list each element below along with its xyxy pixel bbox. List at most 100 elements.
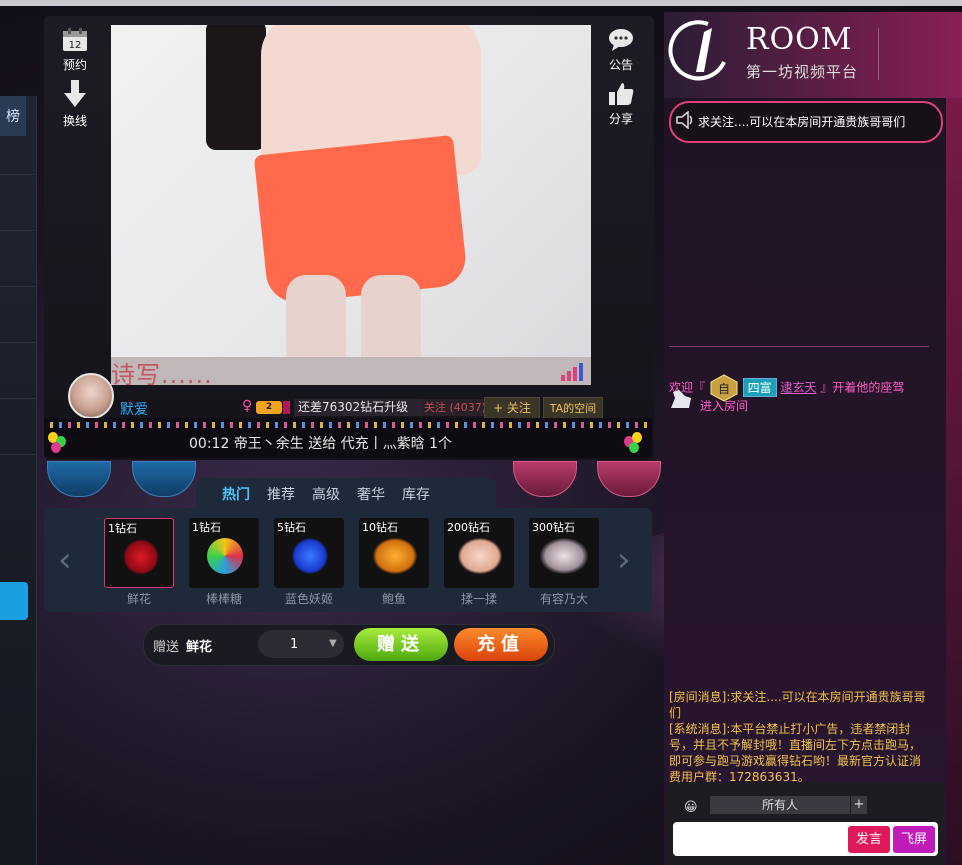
gift-price: 10钻石 — [362, 521, 398, 534]
share-label: 分享 — [608, 112, 633, 126]
lollipop-icon — [207, 538, 243, 574]
gift-price: 300钻石 — [532, 521, 575, 534]
side-toggle-button[interactable] — [0, 582, 28, 620]
fly-screen-button[interactable]: 飞屏 — [893, 826, 935, 853]
balloons-icon — [624, 432, 644, 454]
right-edge-deco — [946, 98, 962, 865]
video-content — [206, 25, 266, 150]
tab-advanced[interactable]: 高级 — [312, 484, 340, 504]
room-message: [房间消息]:求关注....可以在本房间开通贵族哥哥们 — [669, 690, 926, 720]
quantity-value: 1 — [290, 637, 299, 652]
send-label: 赠送 — [153, 640, 180, 655]
rich-level-badge: 四富 — [742, 377, 777, 397]
add-target-button[interactable]: + — [851, 796, 867, 814]
stage-light-deco — [47, 461, 111, 497]
selected-gift-name: 鲜花 — [186, 640, 213, 655]
signal-icon — [561, 363, 583, 381]
share-button[interactable]: 分享 — [596, 82, 646, 127]
level-badge: 2 — [256, 401, 282, 414]
video-content — [253, 134, 469, 306]
reserve-label: 预约 — [62, 58, 87, 72]
ranking-tab[interactable]: 榜 — [0, 96, 26, 136]
divider — [0, 174, 36, 175]
reserve-button[interactable]: 12 预约 — [50, 28, 100, 73]
upgrade-text: 还差76302钻石升级 — [294, 399, 422, 416]
divider — [0, 286, 36, 287]
chat-target-select[interactable]: 所有人 — [710, 796, 850, 814]
divider — [0, 398, 36, 399]
host-name[interactable]: 默爱 — [120, 399, 148, 419]
notice-button[interactable]: 公告 — [596, 28, 646, 73]
gift-price: 5钻石 — [277, 521, 306, 534]
gift-name: 蓝色妖姬 — [284, 592, 333, 606]
gift-name: 揉一揉 — [460, 592, 497, 606]
gift-item[interactable]: 200钻石 — [444, 518, 514, 588]
calendar-icon: 12 — [63, 28, 87, 51]
stage-light-deco — [597, 461, 661, 497]
welcome-suffix: 』开着他的座驾 — [820, 380, 905, 395]
chat-username[interactable]: 逮玄天 — [781, 381, 817, 395]
divider — [0, 342, 36, 343]
recharge-button[interactable]: 充值 — [454, 628, 548, 661]
follow-button[interactable]: + 关注 — [484, 397, 540, 420]
notice-label: 公告 — [608, 58, 633, 72]
switch-line-button[interactable]: 换线 — [50, 80, 100, 129]
system-messages: [房间消息]:求关注....可以在本房间开通贵族哥哥们 [系统消息]:本平台禁止… — [669, 689, 931, 785]
svg-text:12: 12 — [69, 40, 82, 51]
gift-price: 1钻石 — [192, 521, 221, 534]
tab-inventory[interactable]: 库存 — [402, 484, 430, 504]
balloons-icon — [48, 432, 68, 454]
gift-item[interactable]: 1钻石 — [189, 518, 259, 588]
tab-luxury[interactable]: 奢华 — [357, 484, 385, 504]
host-space-button[interactable]: TA的空间 — [543, 397, 603, 420]
hands-icon — [458, 538, 502, 574]
gift-marquee: 00:12 帝王丶余生 送给 代充丨灬紫晗 1个 — [44, 418, 652, 458]
horse-icon — [671, 390, 691, 408]
gift-name: 有容乃大 — [539, 592, 588, 606]
stage-light-deco — [513, 461, 577, 497]
gift-name: 鲍鱼 — [381, 592, 406, 606]
speaker-icon — [676, 111, 693, 129]
gift-item[interactable]: 10钻石 — [359, 518, 429, 588]
gift-prev-arrow-icon[interactable]: ‹ — [58, 540, 72, 580]
logo-icon — [668, 20, 726, 81]
gift-price: 1钻石 — [108, 522, 137, 535]
send-message-button[interactable]: 发言 — [848, 826, 890, 853]
gift-item[interactable]: 300钻石 — [529, 518, 599, 588]
enter-room-text: 进入房间 — [700, 399, 749, 413]
emoji-icon[interactable]: 😀 — [684, 800, 698, 815]
live-video[interactable]: 诗写...... — [111, 25, 591, 385]
left-ranking-panel: 榜 — [0, 96, 37, 865]
system-message: [系统消息]:本平台禁止打小广告，违者禁闭封号，并且不予解封哦！直播间左下方点击… — [669, 722, 922, 784]
thumbs-up-icon — [609, 83, 634, 105]
chat-bubble-icon — [609, 29, 633, 51]
stage-light-deco — [132, 461, 196, 497]
tab-recommend[interactable]: 推荐 — [267, 484, 295, 504]
tab-hot[interactable]: 热门 — [222, 484, 250, 504]
marquee-text: 00:12 帝王丶余生 送给 代充丨灬紫晗 1个 — [189, 436, 453, 452]
divider — [0, 230, 36, 231]
chevron-down-icon[interactable]: ▼ — [329, 638, 337, 649]
gift-item[interactable]: 5钻石 — [274, 518, 344, 588]
level-bar — [283, 401, 290, 414]
gift-price: 200钻石 — [447, 521, 490, 534]
down-arrow-icon — [64, 80, 86, 107]
host-avatar[interactable] — [68, 373, 114, 419]
logo-title: ROOM — [746, 22, 853, 57]
switch-line-label: 换线 — [62, 114, 87, 128]
gift-name: 棒棒糖 — [205, 592, 242, 606]
bra-icon — [540, 538, 588, 574]
svg-text:自: 自 — [718, 382, 730, 396]
divider — [669, 346, 929, 347]
video-watermark: 诗写...... — [111, 361, 213, 385]
divider — [0, 454, 36, 455]
gift-name: 鲜花 — [126, 592, 151, 606]
notice-text: 求关注....可以在本房间开通贵族哥哥们 — [698, 115, 906, 129]
string-lights — [50, 422, 648, 428]
gift-next-arrow-icon[interactable]: › — [617, 540, 631, 580]
give-button[interactable]: 赠送 — [354, 628, 448, 661]
gender-icon: ♀ — [242, 398, 253, 414]
abalone-icon — [373, 538, 417, 574]
gift-item[interactable]: 1钻石 — [104, 518, 174, 588]
browser-top-strip — [0, 0, 962, 6]
